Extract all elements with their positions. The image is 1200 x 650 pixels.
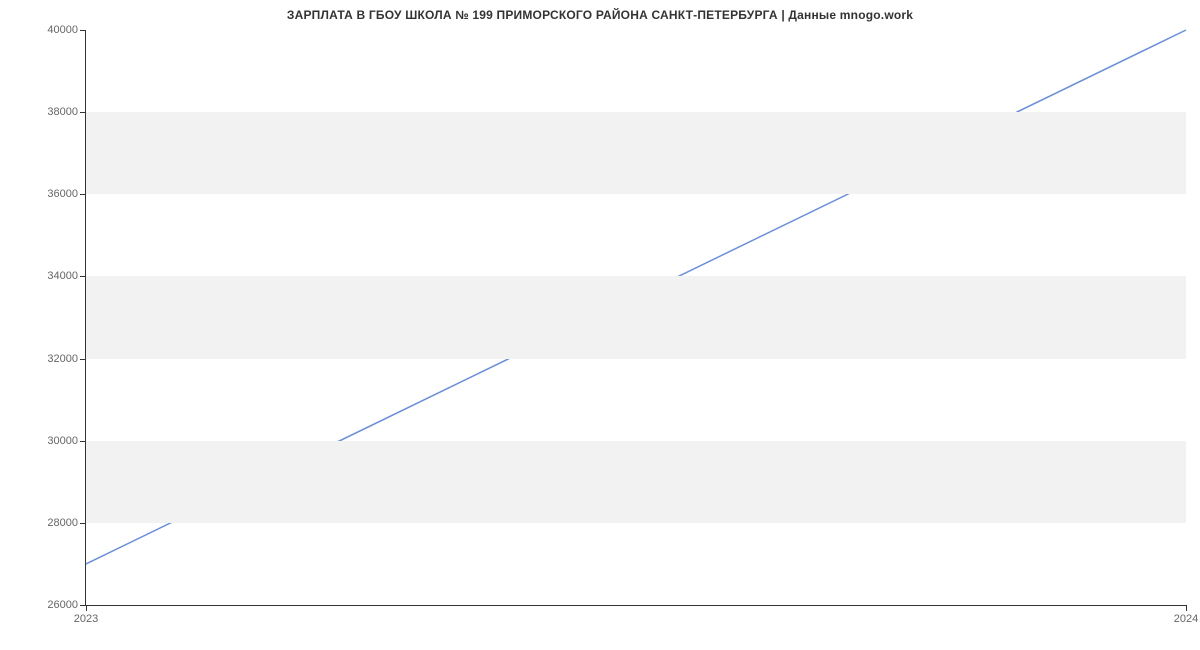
y-tick-mark	[80, 523, 86, 524]
y-tick-label: 34000	[47, 270, 78, 282]
plot-area: 2600028000300003200034000360003800040000…	[85, 30, 1186, 606]
y-tick-label: 26000	[47, 599, 78, 611]
y-tick-mark	[80, 194, 86, 195]
x-tick-mark	[1186, 605, 1187, 611]
y-tick-mark	[80, 276, 86, 277]
grid-band	[86, 441, 1186, 523]
chart-wrapper: ЗАРПЛАТА В ГБОУ ШКОЛА № 199 ПРИМОРСКОГО …	[0, 0, 1200, 650]
y-tick-mark	[80, 30, 86, 31]
x-tick-mark	[86, 605, 87, 611]
y-tick-label: 30000	[47, 435, 78, 447]
grid-band	[86, 276, 1186, 358]
y-tick-label: 28000	[47, 517, 78, 529]
y-tick-mark	[80, 112, 86, 113]
x-tick-label: 2023	[74, 613, 98, 625]
x-tick-label: 2024	[1174, 613, 1198, 625]
y-tick-label: 36000	[47, 188, 78, 200]
y-tick-mark	[80, 359, 86, 360]
y-tick-label: 32000	[47, 353, 78, 365]
grid-band	[86, 112, 1186, 194]
y-tick-mark	[80, 441, 86, 442]
chart-title: ЗАРПЛАТА В ГБОУ ШКОЛА № 199 ПРИМОРСКОГО …	[0, 8, 1200, 22]
y-tick-label: 38000	[47, 106, 78, 118]
y-tick-label: 40000	[47, 24, 78, 36]
